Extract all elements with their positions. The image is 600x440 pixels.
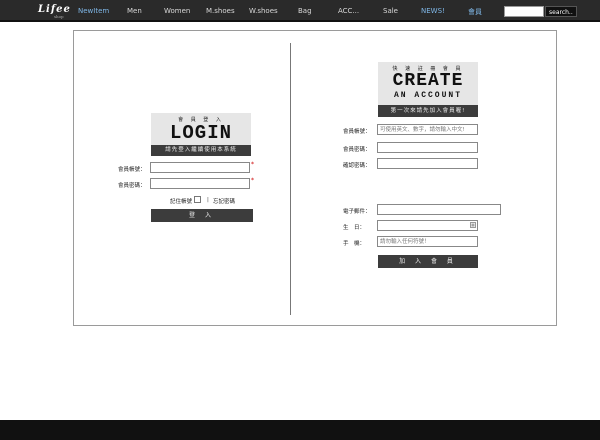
nav-item-women[interactable]: Women: [164, 7, 190, 15]
nav-item-bag[interactable]: Bag: [298, 7, 312, 15]
nav-item-men[interactable]: Men: [127, 7, 142, 15]
register-password-label: 會員密碼：: [343, 147, 371, 153]
main-panel: 會 員 登 入 LOGIN 請先登入繼續使用本系統 會員帳號： * 會員密碼： …: [73, 30, 557, 326]
register-phone-label: 手 機：: [343, 241, 366, 247]
register-email-label: 電子郵件：: [343, 209, 371, 215]
top-nav: Lifee shop NewItem Men Women M.shoes W.s…: [0, 0, 600, 22]
register-phone-input[interactable]: [377, 236, 478, 247]
login-password-label: 會員密碼：: [118, 183, 146, 189]
register-account-label: 會員帳號：: [343, 129, 371, 135]
nav-item-mshoes[interactable]: M.shoes: [206, 7, 235, 15]
login-button[interactable]: 登 入: [151, 209, 253, 222]
login-password-required: *: [251, 177, 254, 184]
nav-item-member[interactable]: 會員: [468, 7, 482, 17]
remember-separator: |: [207, 197, 209, 203]
calendar-icon[interactable]: ▦: [470, 222, 476, 228]
register-birthday-label: 生 日：: [343, 225, 366, 231]
login-password-input[interactable]: [150, 178, 250, 189]
login-banner: 會 員 登 入 LOGIN: [151, 113, 251, 145]
nav-item-wshoes[interactable]: W.shoes: [249, 7, 278, 15]
login-account-required: *: [251, 161, 254, 168]
search-input[interactable]: [504, 6, 544, 17]
register-account-input[interactable]: [377, 124, 478, 135]
panel-divider: [290, 43, 291, 315]
login-banner-title: LOGIN: [169, 122, 232, 144]
login-account-label: 會員帳號：: [118, 167, 146, 173]
register-button[interactable]: 加 入 會 員: [378, 255, 478, 268]
remember-checkbox[interactable]: [194, 196, 201, 203]
nav-item-newitem[interactable]: NewItem: [78, 7, 109, 15]
register-password-input[interactable]: [377, 142, 478, 153]
nav-item-acc[interactable]: ACC...: [338, 7, 359, 15]
register-email-input[interactable]: [377, 204, 501, 215]
register-confirm-input[interactable]: [377, 158, 478, 169]
login-subtitle: 請先登入繼續使用本系統: [151, 145, 251, 156]
remember-label: 記住帳號: [170, 199, 193, 205]
register-birthday-input[interactable]: [377, 220, 478, 231]
nav-item-news[interactable]: NEWS!: [421, 7, 445, 15]
nav-item-sale[interactable]: Sale: [383, 7, 398, 15]
register-banner-sub: AN ACCOUNT: [393, 91, 462, 100]
register-confirm-label: 確認密碼：: [343, 163, 371, 169]
login-account-input[interactable]: [150, 162, 250, 173]
forgot-password-link[interactable]: 忘記密碼: [213, 197, 235, 205]
search-button[interactable]: search..: [545, 6, 577, 17]
register-subtitle: 第一次來請先加入會員喔!: [378, 105, 478, 117]
logo[interactable]: Lifee shop: [38, 4, 71, 19]
register-banner-title: CREATE: [392, 71, 464, 91]
footer-bar: [0, 420, 600, 440]
logo-sub: shop: [54, 14, 64, 19]
register-banner: 快 速 註 冊 會 員 CREATE AN ACCOUNT: [378, 62, 478, 105]
